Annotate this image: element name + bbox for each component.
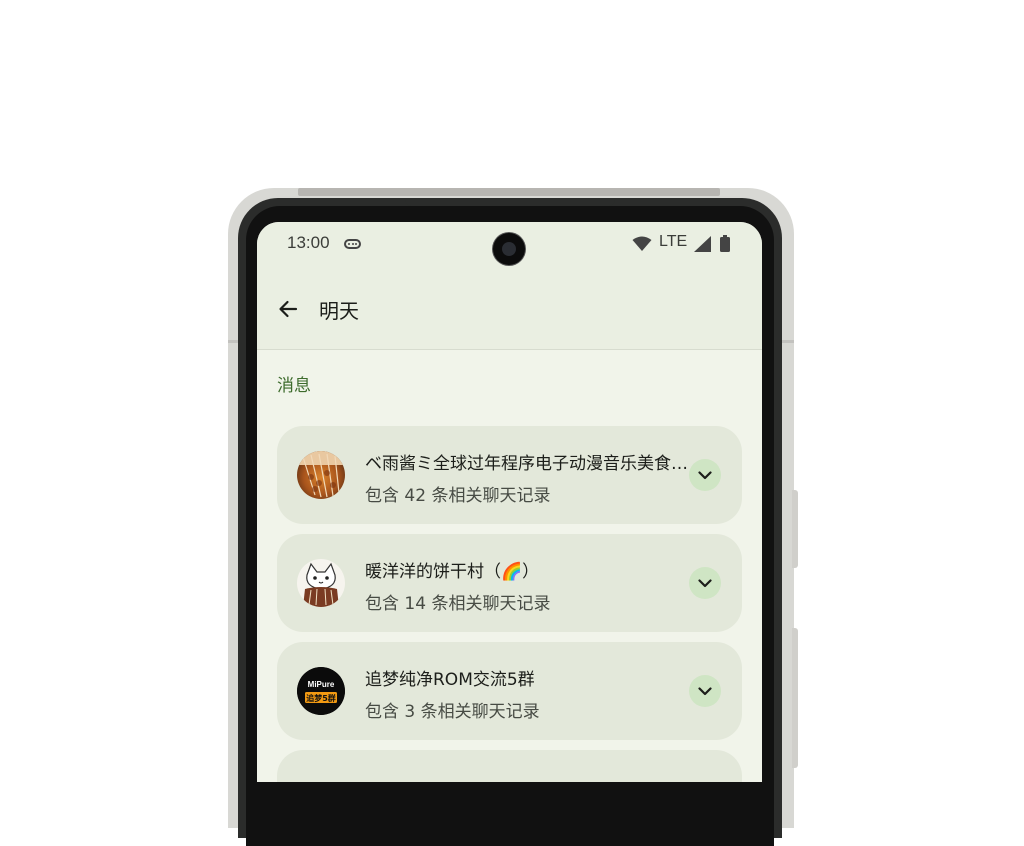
avatar-cartoon-cat <box>297 559 345 607</box>
chat-name: 追梦纯净ROM交流5群 <box>365 670 535 690</box>
battery-icon <box>720 235 730 252</box>
phone-speaker-notch <box>405 198 615 206</box>
wifi-icon <box>632 236 652 251</box>
status-time: 13:00 <box>287 233 330 252</box>
volume-button <box>792 628 798 768</box>
chat-match-count: 包含 42 条相关聊天记录 <box>365 486 551 506</box>
page-title: 明天 <box>319 299 359 323</box>
phone-screen: 13:00 LTE 明天 消息 ベ雨酱ミ全球过年程序电子动漫音乐美食交流群 包含… <box>257 222 762 782</box>
chat-result-list: ベ雨酱ミ全球过年程序电子动漫音乐美食交流群 包含 42 条相关聊天记录 暖洋洋的… <box>277 426 742 782</box>
avatar-skewers <box>297 451 345 499</box>
expand-button[interactable] <box>689 567 721 599</box>
signal-icon <box>694 236 711 252</box>
chat-name: 暖洋洋的饼干村（🌈） <box>365 562 540 582</box>
chat-result-item[interactable]: 暖洋洋的饼干村（🌈） 包含 14 条相关聊天记录 <box>277 534 742 632</box>
avatar-mipure-logo: MiPure 追梦5群 <box>297 667 345 715</box>
expand-button[interactable] <box>689 459 721 491</box>
power-button <box>792 490 798 568</box>
app-bar: 13:00 LTE 明天 <box>257 222 762 350</box>
avatar-text-bottom: 追梦5群 <box>306 693 336 703</box>
chat-result-item[interactable]: MiPure 追梦5群 追梦纯净ROM交流5群 包含 3 条相关聊天记录 <box>277 642 742 740</box>
expand-button[interactable] <box>689 675 721 707</box>
front-camera <box>493 233 525 265</box>
chevron-down-icon <box>698 686 712 695</box>
message-icon <box>344 239 361 249</box>
avatar-text-top: MiPure <box>308 680 335 689</box>
chat-match-count: 包含 3 条相关聊天记录 <box>365 702 540 722</box>
back-button[interactable] <box>271 292 305 326</box>
chat-match-count: 包含 14 条相关聊天记录 <box>365 594 551 614</box>
section-label-messages: 消息 <box>277 376 311 396</box>
arrow-left-icon <box>279 300 298 318</box>
phone-top-edge <box>298 188 720 196</box>
chevron-down-icon <box>698 578 712 587</box>
network-type: LTE <box>659 233 688 250</box>
chat-result-item[interactable]: ベ雨酱ミ全球过年程序电子动漫音乐美食交流群 包含 42 条相关聊天记录 <box>277 426 742 524</box>
chat-result-item-partial[interactable] <box>277 750 742 782</box>
chat-name: ベ雨酱ミ全球过年程序电子动漫音乐美食交流群 <box>365 454 690 474</box>
chevron-down-icon <box>698 470 712 479</box>
